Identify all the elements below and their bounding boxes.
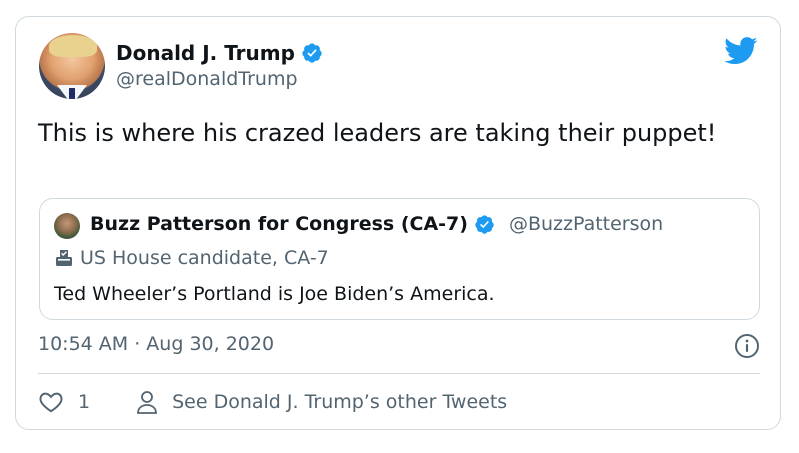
quoted-author-name[interactable]: Buzz Patterson for Congress (CA-7): [90, 213, 468, 235]
divider: [38, 373, 760, 374]
twitter-bird-icon[interactable]: [724, 37, 758, 65]
tweet-actions: 1 See Donald J. Trump’s other Tweets: [38, 389, 507, 415]
quoted-author-label-row: US House candidate, CA-7: [54, 247, 329, 269]
tweet-timestamp[interactable]: 10:54 AM · Aug 30, 2020: [38, 333, 274, 355]
info-icon[interactable]: [734, 333, 760, 359]
quoted-author-handle[interactable]: @BuzzPatterson: [509, 213, 663, 235]
author-name[interactable]: Donald J. Trump: [116, 41, 295, 65]
quoted-author-label: US House candidate, CA-7: [80, 247, 329, 269]
quoted-author-avatar[interactable]: [54, 213, 80, 239]
quoted-tweet[interactable]: Buzz Patterson for Congress (CA-7) @Buzz…: [39, 198, 760, 320]
verified-badge-icon: [475, 214, 494, 234]
quoted-tweet-text: Ted Wheeler’s Portland is Joe Biden’s Am…: [54, 283, 495, 305]
tweet-text: This is where his crazed leaders are tak…: [38, 119, 717, 147]
tweet-card[interactable]: Donald J. Trump @realDonaldTrump This is…: [15, 16, 781, 430]
author-avatar[interactable]: [39, 33, 105, 99]
person-icon: [137, 391, 157, 414]
like-count[interactable]: 1: [78, 391, 90, 413]
see-other-tweets-link[interactable]: See Donald J. Trump’s other Tweets: [172, 391, 507, 413]
author-name-row: Donald J. Trump: [116, 41, 323, 65]
verified-badge-icon: [302, 43, 322, 63]
author-handle[interactable]: @realDonaldTrump: [116, 68, 298, 90]
ballot-box-icon: [56, 250, 72, 266]
heart-icon[interactable]: [38, 389, 64, 415]
quoted-author-row: Buzz Patterson for Congress (CA-7) @Buzz…: [90, 213, 663, 235]
